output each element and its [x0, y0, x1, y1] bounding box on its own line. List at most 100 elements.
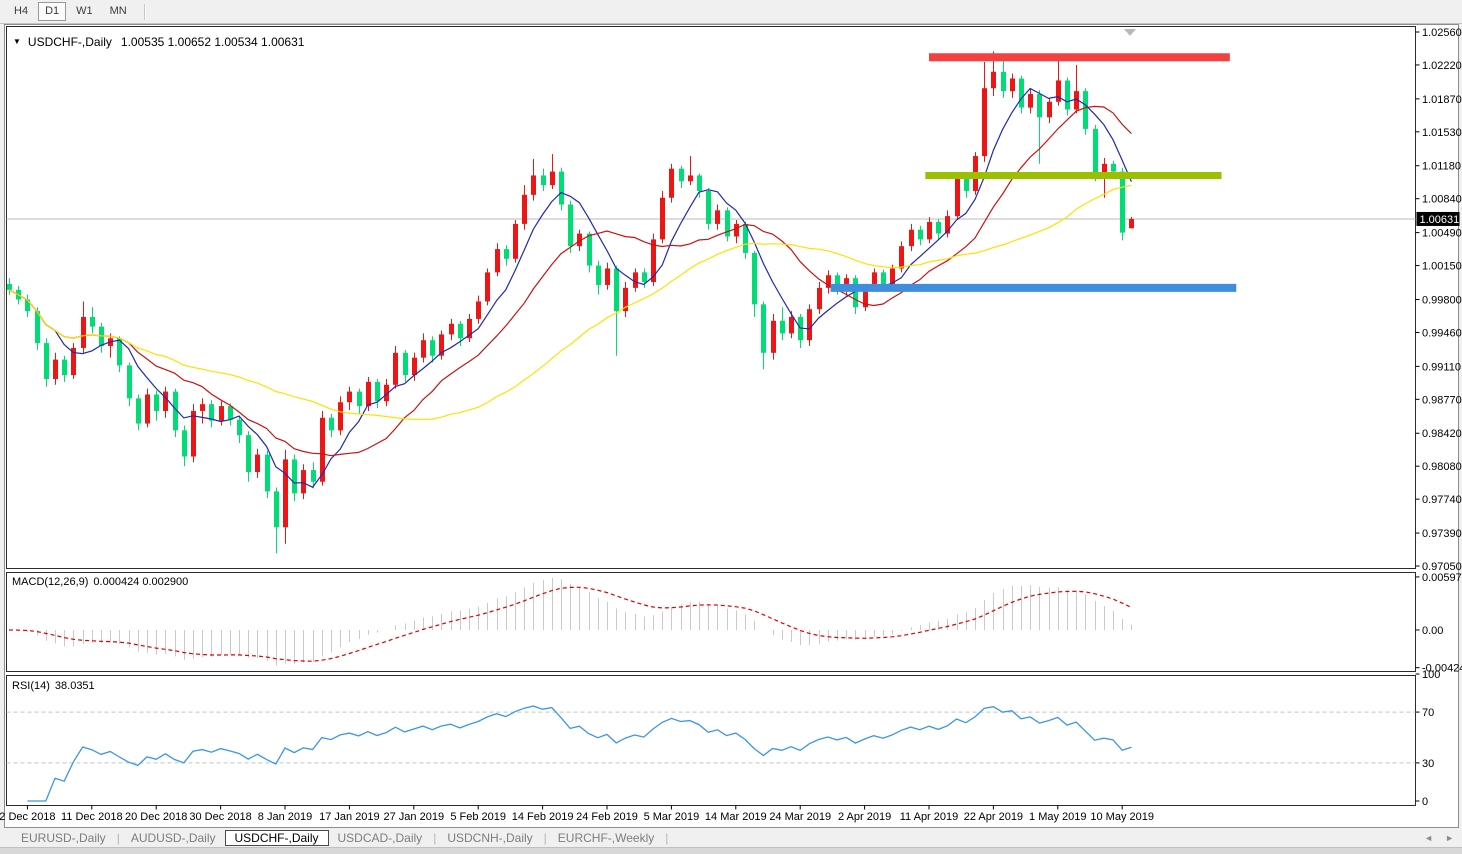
- bear-candle: [292, 459, 297, 494]
- bull-candle: [1028, 94, 1033, 108]
- svg-text:0.00597: 0.00597: [1422, 572, 1462, 584]
- bull-candle: [688, 175, 693, 182]
- bull-candle: [320, 417, 325, 482]
- chart-symbol-label: USDCHF-,Daily: [27, 35, 112, 49]
- svg-text:22 Apr 2019: 22 Apr 2019: [964, 811, 1023, 823]
- svg-text:0.97740: 0.97740: [1422, 494, 1462, 506]
- svg-text:0.99460: 0.99460: [1422, 327, 1462, 339]
- bull-candle: [421, 340, 426, 358]
- tab-scroll-left-icon[interactable]: ◄: [1424, 833, 1433, 843]
- svg-text:30 Dec 2018: 30 Dec 2018: [189, 811, 251, 823]
- svg-text:27 Jan 2019: 27 Jan 2019: [384, 811, 445, 823]
- svg-text:17 Jan 2019: 17 Jan 2019: [319, 811, 380, 823]
- bull-candle: [531, 175, 536, 195]
- svg-text:11 Apr 2019: 11 Apr 2019: [900, 811, 959, 823]
- svg-text:0: 0: [1422, 796, 1428, 808]
- bear-candle: [44, 343, 49, 379]
- svg-text:10 May 2019: 10 May 2019: [1090, 811, 1154, 823]
- bull-candle: [347, 391, 352, 403]
- svg-text:2 Dec 2018: 2 Dec 2018: [0, 811, 56, 823]
- bear-candle: [881, 272, 886, 284]
- bull-candle: [393, 352, 398, 385]
- tab-eurchf-weekly[interactable]: EURCHF-,Weekly: [549, 830, 663, 846]
- symbol-tabbar: EURUSD-,Daily | AUDUSD-,Daily USDCHF-,Da…: [0, 828, 1462, 847]
- bull-candle: [1010, 78, 1015, 92]
- svg-text:5 Mar 2019: 5 Mar 2019: [644, 811, 700, 823]
- chart-dropdown-icon[interactable]: ▼: [13, 37, 21, 46]
- bear-candle: [35, 311, 40, 344]
- svg-text:70: 70: [1422, 707, 1434, 719]
- macd-indicator-label: MACD(12,26,9) 0.000424 0.002900: [12, 576, 188, 588]
- bull-candle: [53, 359, 58, 379]
- tab-separator: |: [665, 830, 669, 845]
- svg-text:5 Feb 2019: 5 Feb 2019: [450, 811, 506, 823]
- tab-separator: |: [116, 830, 120, 845]
- bull-candle: [449, 323, 454, 335]
- macd-values: 0.000424 0.002900: [93, 576, 189, 588]
- svg-text:11 Dec 2018: 11 Dec 2018: [61, 811, 123, 823]
- macd-pane[interactable]: [6, 572, 1416, 672]
- svg-text:0.99800: 0.99800: [1422, 294, 1462, 306]
- tab-usdchf-daily[interactable]: USDCHF-,Daily: [224, 829, 329, 846]
- timeframe-h4-button[interactable]: H4: [7, 2, 35, 21]
- bull-candle: [476, 301, 481, 319]
- bear-candle: [62, 359, 67, 376]
- bear-candle: [357, 391, 362, 407]
- bear-candle: [697, 175, 702, 191]
- bear-candle: [706, 190, 711, 224]
- bear-candle: [136, 398, 141, 424]
- bull-candle: [660, 197, 665, 240]
- bear-candle: [458, 323, 463, 339]
- bear-candle: [642, 272, 647, 283]
- timeframe-d1-button[interactable]: D1: [38, 2, 67, 21]
- bear-candle: [246, 435, 251, 473]
- status-strip: [0, 847, 1462, 854]
- bear-candle: [228, 406, 233, 420]
- bear-candle: [154, 394, 159, 411]
- svg-text:0.98080: 0.98080: [1422, 461, 1462, 473]
- bear-candle: [936, 221, 941, 234]
- svg-text:14 Feb 2019: 14 Feb 2019: [512, 811, 574, 823]
- rsi-pane[interactable]: [6, 675, 1416, 806]
- bear-candle: [1093, 128, 1098, 174]
- svg-text:1.00840: 1.00840: [1422, 194, 1462, 206]
- bear-candle: [237, 419, 242, 436]
- svg-text:0.98770: 0.98770: [1422, 394, 1462, 406]
- bull-candle: [789, 316, 794, 334]
- tab-eurusd-daily[interactable]: EURUSD-,Daily: [12, 830, 115, 846]
- bull-candle: [412, 357, 417, 376]
- bear-candle: [265, 454, 270, 492]
- svg-text:8 Jan 2019: 8 Jan 2019: [258, 811, 312, 823]
- tab-audusd-daily[interactable]: AUDUSD-,Daily: [122, 830, 225, 846]
- bull-candle: [191, 410, 196, 457]
- tab-separator: |: [433, 830, 437, 845]
- bear-candle: [596, 265, 601, 285]
- bull-candle: [550, 171, 555, 186]
- price-pane[interactable]: [6, 26, 1416, 569]
- bull-candle: [485, 272, 490, 302]
- timeframe-mn-button[interactable]: MN: [103, 2, 134, 21]
- bull-candle: [145, 394, 150, 424]
- tab-scroll-right-icon[interactable]: ►: [1445, 833, 1454, 843]
- tab-separator: |: [543, 830, 547, 845]
- bear-candle: [559, 171, 564, 205]
- bull-candle: [817, 287, 822, 310]
- bull-candle: [605, 268, 610, 285]
- svg-text:24 Feb 2019: 24 Feb 2019: [576, 811, 638, 823]
- svg-text:0.98420: 0.98420: [1422, 428, 1462, 440]
- bull-candle: [982, 88, 987, 157]
- svg-text:24 Mar 2019: 24 Mar 2019: [769, 811, 831, 823]
- timeframe-w1-button[interactable]: W1: [69, 2, 100, 21]
- bull-candle: [255, 454, 260, 473]
- tab-usdcad-daily[interactable]: USDCAD-,Daily: [329, 830, 432, 846]
- bear-candle: [1019, 78, 1024, 108]
- chart-title: ▼ USDCHF-,Daily 1.00535 1.00652 1.00534 1.…: [13, 35, 304, 49]
- chart-canvas[interactable]: 1.02560 1.02220 1.01870 1.01530 1.01180 1.008…: [0, 0, 1462, 854]
- bear-candle: [679, 168, 684, 182]
- bear-candle: [1065, 80, 1070, 110]
- bull-candle: [1129, 218, 1134, 229]
- bear-candle: [568, 204, 573, 247]
- tab-scroll-controls: ◄ ►: [1424, 833, 1454, 843]
- tab-usdcnh-daily[interactable]: USDCNH-,Daily: [438, 830, 541, 846]
- macd-name: MACD(12,26,9): [12, 576, 89, 588]
